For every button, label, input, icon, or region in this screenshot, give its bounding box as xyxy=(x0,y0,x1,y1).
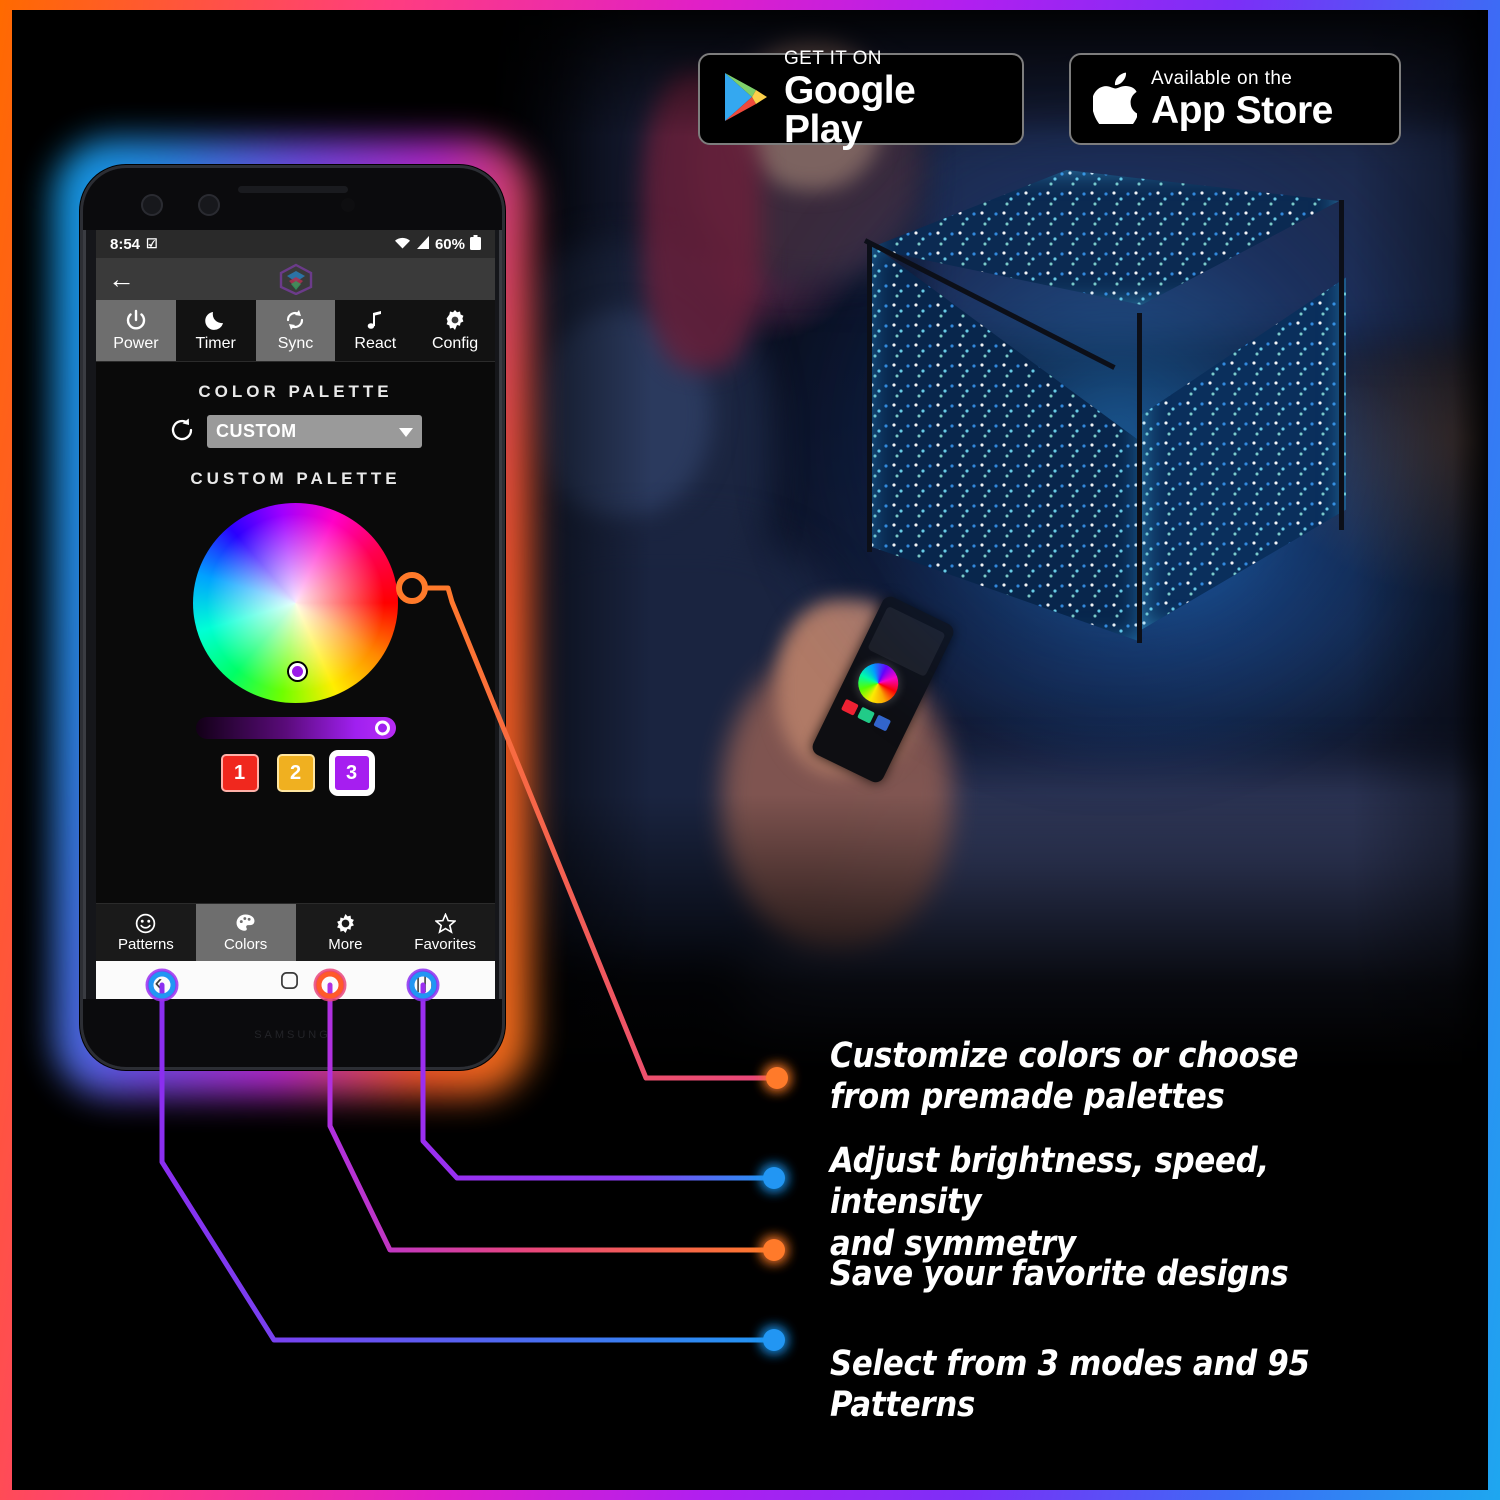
callout-dot-save xyxy=(763,1239,785,1261)
google-play-small-label: GET IT ON xyxy=(784,48,882,69)
bottom-nav-colors-label: Colors xyxy=(223,935,268,953)
palette-swatch-1[interactable]: 1 xyxy=(220,754,259,792)
chevron-down-icon xyxy=(399,421,413,442)
bottom-nav: Patterns Colors More Favorites xyxy=(96,903,495,961)
bottom-nav-patterns-label: Patterns xyxy=(117,935,174,953)
feature-line: Select from 3 modes and 95 Patterns xyxy=(830,1344,1310,1426)
colors-panel: COLOR PALETTE CUSTOM CUSTOM PALETTE 1 2 … xyxy=(96,382,495,967)
wifi-icon xyxy=(394,236,411,253)
signal-icon xyxy=(416,235,430,253)
smiley-icon xyxy=(135,913,156,934)
back-chevron-icon[interactable]: ‹ xyxy=(155,971,163,995)
phone-bottom-bezel: SAMSUNG xyxy=(83,999,502,1067)
sync-icon xyxy=(283,308,307,332)
color-palette-select[interactable]: CUSTOM xyxy=(207,415,422,448)
outer-gradient-frame: GET IT ON Google Play Available on the A… xyxy=(0,0,1500,1500)
brightness-slider[interactable] xyxy=(195,717,396,739)
color-palette-heading: COLOR PALETTE xyxy=(198,382,393,401)
feature-text-select: Select from 3 modes and 95 Patterns xyxy=(830,1344,1409,1427)
bottom-nav-favorites-label: Favorites xyxy=(414,935,476,953)
gear-icon xyxy=(443,308,467,332)
palette-swatch-1-label: 1 xyxy=(233,761,246,784)
custom-palette-heading: CUSTOM PALETTE xyxy=(190,469,401,488)
recents-icon[interactable]: ||| xyxy=(416,972,437,994)
bottom-nav-more-label: More xyxy=(328,935,363,953)
mode-button-react[interactable]: React xyxy=(335,300,415,361)
feature-text-save: Save your favorite designs xyxy=(830,1254,1289,1295)
status-time: 8:54 xyxy=(110,235,141,253)
app-store-big-label: App Store xyxy=(1151,88,1333,132)
app-store-badge[interactable]: Available on the App Store xyxy=(1069,53,1401,145)
proximity-sensor-icon xyxy=(341,198,355,212)
sensor-icon xyxy=(198,194,220,216)
google-play-icon xyxy=(722,71,770,128)
back-arrow-icon[interactable]: ← xyxy=(108,265,135,293)
mode-button-sync[interactable]: Sync xyxy=(255,300,336,361)
google-play-big-label: Google Play xyxy=(784,69,916,151)
phone-top-bezel xyxy=(83,168,502,230)
status-bar: 8:54 ☑ 60% xyxy=(96,230,495,258)
palette-swatch-2[interactable]: 2 xyxy=(276,754,315,792)
front-camera-icon xyxy=(141,194,163,216)
color-palette-selected-value: CUSTOM xyxy=(216,421,297,441)
color-wheel[interactable] xyxy=(193,503,398,703)
store-badges: GET IT ON Google Play Available on the A… xyxy=(12,35,1488,149)
phone-brand-label: SAMSUNG xyxy=(254,1029,331,1041)
bottom-nav-favorites[interactable]: Favorites xyxy=(395,904,495,961)
music-note-icon xyxy=(363,308,387,332)
lifestyle-photo xyxy=(492,10,1488,1070)
bottom-nav-colors[interactable]: Colors xyxy=(195,904,296,961)
phone-screen: 8:54 ☑ 60% ← Power Timer Sync React Conf… xyxy=(96,230,495,1005)
mode-label-timer: Timer xyxy=(195,335,236,352)
calendar-check-icon: ☑ xyxy=(146,236,158,251)
palette-swatch-2-label: 2 xyxy=(289,761,302,784)
google-play-badge[interactable]: GET IT ON Google Play xyxy=(698,49,1024,149)
feature-line: Adjust brightness, speed, intensity xyxy=(830,1141,1269,1223)
moon-icon xyxy=(204,308,228,332)
app-bar: ← xyxy=(96,258,495,300)
palette-icon xyxy=(235,913,256,934)
mode-label-config: Config xyxy=(431,335,479,352)
callout-dot-select xyxy=(763,1329,785,1351)
phone-mockup: 8:54 ☑ 60% ← Power Timer Sync React Conf… xyxy=(54,139,531,1096)
callout-dot-adjust xyxy=(763,1167,785,1189)
app-logo-icon xyxy=(279,263,313,296)
battery-icon xyxy=(470,234,481,254)
mode-label-react: React xyxy=(354,335,397,352)
led-cube xyxy=(757,80,1477,790)
color-palette-row: CUSTOM xyxy=(96,415,495,448)
home-square-icon[interactable] xyxy=(280,971,299,995)
bottom-nav-more[interactable]: More xyxy=(296,904,396,961)
callout-dot-customize xyxy=(766,1067,788,1089)
battery-percent: 60% xyxy=(434,235,465,253)
palette-swatch-3[interactable]: 3 xyxy=(332,754,371,792)
feature-line: Save your favorite designs xyxy=(830,1254,1289,1294)
apple-icon xyxy=(1091,70,1139,129)
mode-button-power[interactable]: Power xyxy=(96,300,176,361)
color-wheel-knob[interactable] xyxy=(289,663,306,680)
earpiece-speaker xyxy=(237,186,348,193)
color-wheel-wrapper xyxy=(96,503,495,703)
brightness-slider-knob[interactable] xyxy=(374,720,390,736)
mode-button-timer[interactable]: Timer xyxy=(176,300,256,361)
mode-button-config[interactable]: Config xyxy=(415,300,495,361)
palette-swatch-3-label: 3 xyxy=(345,761,358,784)
feature-text-customize: Customize colors or choose from premade … xyxy=(830,1036,1299,1119)
palette-swatches: 1 2 3 xyxy=(96,754,495,792)
feature-line: from premade palettes xyxy=(830,1077,1225,1118)
app-store-small-label: Available on the xyxy=(1151,67,1293,89)
phone-body: 8:54 ☑ 60% ← Power Timer Sync React Conf… xyxy=(80,165,505,1070)
feature-line: Customize colors or choose xyxy=(830,1036,1299,1076)
feature-text-adjust: Adjust brightness, speed, intensity and … xyxy=(830,1141,1409,1265)
bottom-nav-patterns[interactable]: Patterns xyxy=(96,904,196,961)
mode-label-sync: Sync xyxy=(277,335,314,352)
star-icon xyxy=(433,911,457,934)
reset-icon[interactable] xyxy=(169,417,195,447)
mode-toolbar: Power Timer Sync React Config xyxy=(96,300,495,362)
power-icon xyxy=(124,308,148,332)
sun-gear-icon xyxy=(335,913,356,934)
mode-label-power: Power xyxy=(113,335,159,352)
stage: GET IT ON Google Play Available on the A… xyxy=(12,10,1488,1490)
